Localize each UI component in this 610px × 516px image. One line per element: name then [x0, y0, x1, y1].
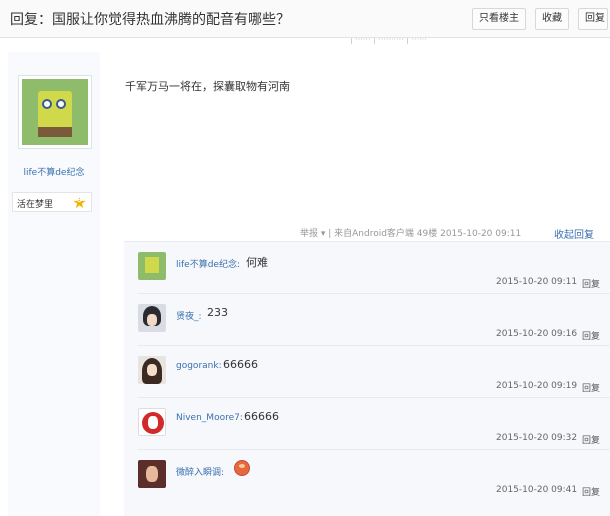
reply-time: 2015-10-20 09:41 [496, 485, 578, 495]
favorite-button[interactable]: 收藏 [535, 8, 569, 30]
reply-username[interactable]: life不算de纪念: [176, 257, 240, 270]
reply-username[interactable]: Niven_Moore7: [176, 413, 243, 423]
spongebob-avatar-icon[interactable] [138, 252, 166, 280]
reply-username[interactable]: gogorank: [176, 361, 222, 371]
reply-content: 66666 [223, 358, 258, 371]
anime-girl-avatar-icon[interactable] [138, 356, 166, 384]
rank-level: 9 [77, 196, 82, 204]
reply-link[interactable]: 回复 [582, 277, 600, 290]
page-header: 回复：国服让你觉得热血沸腾的配音有哪些？ 只看楼主 收藏 回复 [0, 0, 610, 38]
reply-time: 2015-10-20 09:11 [496, 277, 578, 287]
only-op-button[interactable]: 只看楼主 [472, 8, 526, 30]
rank-title: 活在梦里 [17, 200, 54, 210]
anime-boy-avatar-icon[interactable] [138, 304, 166, 332]
truncated-meta-strip: | ······ | ·········· | ······ [350, 38, 427, 44]
reply-item: 微醉入瞬调: 2015-10-20 09:41 回复 [124, 450, 610, 501]
emoji-sticker-icon [234, 460, 250, 476]
author-avatar[interactable] [18, 75, 92, 149]
kfc-avatar-icon[interactable] [138, 408, 166, 436]
reply-content: 233 [207, 306, 228, 319]
reply-content: 何难 [246, 256, 268, 269]
post-content: 千军万马一将在，探囊取物有河南 [125, 80, 290, 93]
reply-time: 2015-10-20 09:32 [496, 433, 578, 443]
reply-time: 2015-10-20 09:16 [496, 329, 578, 339]
girl-photo-avatar-icon[interactable] [138, 460, 166, 488]
reply-item: gogorank: 66666 2015-10-20 09:19 回复 [124, 346, 610, 397]
page-title: 回复：国服让你觉得热血沸腾的配音有哪些？ [10, 12, 290, 28]
spongebob-avatar-icon [22, 79, 88, 145]
reply-link[interactable]: 回复 [582, 329, 600, 342]
reply-item: life不算de纪念: 何难 2015-10-20 09:11 回复 [124, 242, 610, 293]
reply-item: Niven_Moore7: 66666 2015-10-20 09:32 回复 [124, 398, 610, 449]
reply-username[interactable]: 贤夜_: [176, 309, 202, 322]
reply-content: 66666 [244, 410, 279, 423]
reply-item: 贤夜_: 233 2015-10-20 09:16 回复 [124, 294, 610, 345]
author-sidebar: life不算de纪念 活在梦里 ★ 9 [8, 52, 100, 516]
post-meta: 举报 ▾ | 来自Android客户端 49楼 2015-10-20 09:11 [300, 229, 522, 239]
reply-link[interactable]: 回复 [582, 485, 600, 498]
reply-time: 2015-10-20 09:19 [496, 381, 578, 391]
reply-list: life不算de纪念: 何难 2015-10-20 09:11 回复 贤夜_: … [124, 241, 610, 516]
author-rank-badge: 活在梦里 ★ 9 [12, 192, 92, 212]
reply-button[interactable]: 回复 [578, 8, 608, 30]
fold-replies-link[interactable]: 收起回复 [554, 226, 594, 241]
reply-username[interactable]: 微醉入瞬调: [176, 465, 224, 478]
reply-link[interactable]: 回复 [582, 433, 600, 446]
author-username[interactable]: life不算de纪念 [8, 165, 100, 178]
reply-link[interactable]: 回复 [582, 381, 600, 394]
